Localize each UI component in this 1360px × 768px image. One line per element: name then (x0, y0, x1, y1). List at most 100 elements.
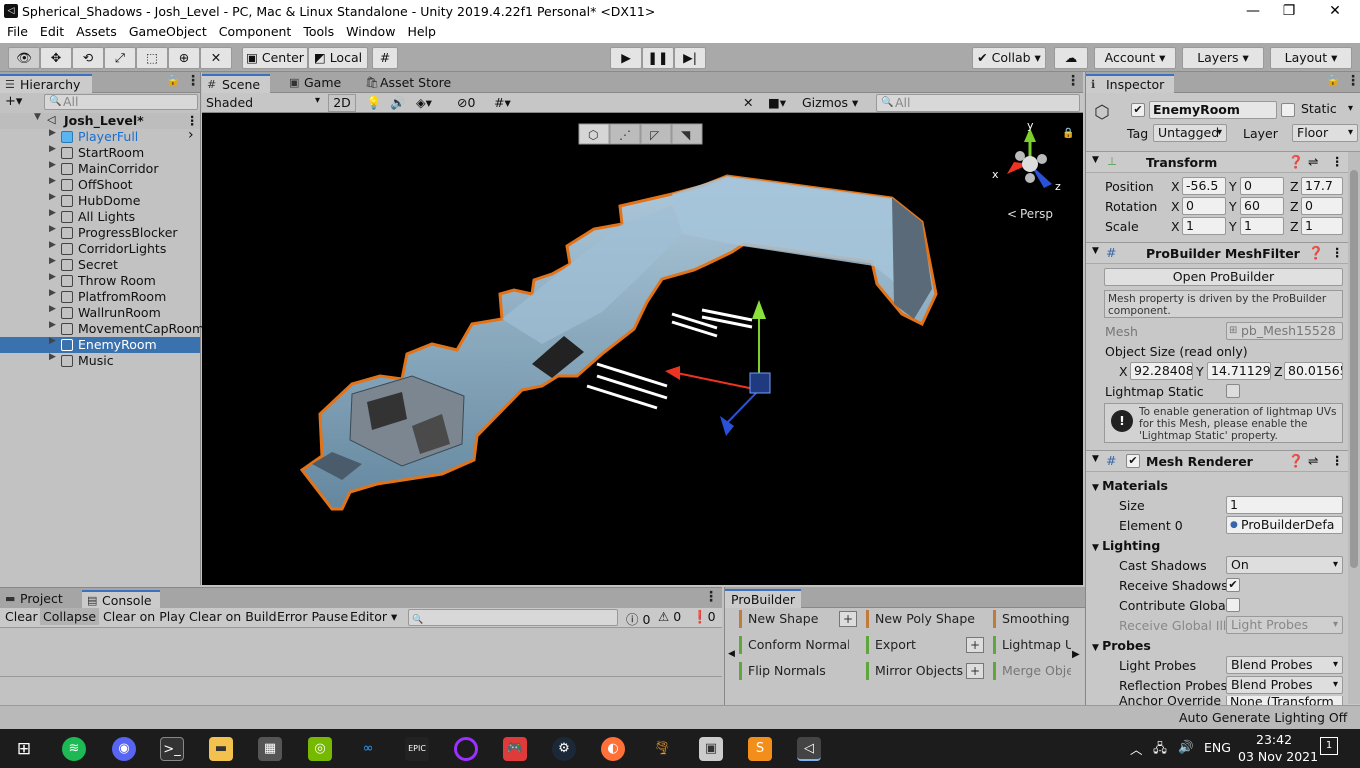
menu-file[interactable]: File (0, 23, 33, 39)
inspector-scrollbar[interactable] (1348, 152, 1360, 704)
pivot-local-button[interactable]: ◩ Local (308, 47, 368, 69)
position-x-field[interactable]: -56.5 (1182, 177, 1226, 195)
size-y-field[interactable]: 14.71129 (1207, 362, 1271, 380)
console-menu-icon[interactable]: ⋮ (704, 589, 718, 605)
gizmo-x-arrow[interactable] (665, 366, 680, 380)
console-search-input[interactable]: 🔍 (408, 609, 618, 626)
menu-help[interactable]: Help (400, 23, 441, 39)
expand-icon[interactable]: ▶ (49, 144, 56, 154)
auto-lighting-status[interactable]: Auto Generate Lighting Off (1179, 710, 1347, 725)
hierarchy-item[interactable]: ▶ Music (0, 352, 200, 369)
hierarchy-item[interactable]: ▶ All Lights (0, 208, 200, 225)
pivot-center-button[interactable]: ▣ Center (242, 47, 308, 69)
scene-root-row[interactable]: ▼ ◁ Josh_Level* ⋮ (0, 112, 200, 129)
component-menu-icon[interactable]: ⋮ (1331, 453, 1344, 468)
expand-icon[interactable]: ▼ (34, 112, 41, 122)
prefab-open-icon[interactable]: › (188, 127, 194, 143)
clear-button[interactable]: Clear (5, 609, 38, 624)
mesh-field[interactable]: ⊞ pb_Mesh15528 (1226, 322, 1343, 340)
terminal-icon[interactable]: >_ (160, 737, 184, 761)
overwolf-icon[interactable] (454, 737, 478, 761)
steam-icon[interactable]: ⚙ (552, 737, 576, 761)
clear-on-build-button[interactable]: Clear on Build (189, 609, 277, 624)
preset-icon[interactable]: ⇌ (1308, 154, 1318, 169)
editor-dropdown[interactable]: Editor ▾ (350, 609, 397, 624)
probes-foldout[interactable]: ▼ Probes (1092, 638, 1151, 653)
tab-scene[interactable]: # Scene (202, 74, 270, 93)
clock-date[interactable]: 03 Nov 2021 (1238, 749, 1318, 764)
account-dropdown[interactable]: Account ▾ (1094, 47, 1176, 69)
persp-label[interactable]: Persp (1020, 207, 1053, 221)
scroll-left-icon[interactable]: ◀ (728, 649, 735, 659)
collab-dropdown[interactable]: ✔ Collab ▾ (972, 47, 1046, 69)
volume-icon[interactable]: 🔊 (1178, 739, 1194, 755)
tab-project[interactable]: ▬ Project (0, 590, 76, 609)
lighting-foldout[interactable]: ▼ Lighting (1092, 538, 1160, 553)
scale-y-field[interactable]: 1 (1240, 217, 1284, 235)
size-z-field[interactable]: 80.01565 (1284, 362, 1343, 380)
rotate-tool-button[interactable]: ⟲ (72, 47, 104, 69)
expand-icon[interactable]: ▶ (49, 336, 56, 346)
nvidia-icon[interactable]: ◎ (308, 737, 332, 761)
probuilder-options-button[interactable]: + (966, 663, 984, 679)
hierarchy-item[interactable]: ▶ ProgressBlocker (0, 224, 200, 241)
cast-shadows-dropdown[interactable]: On (1226, 556, 1343, 574)
grid-toggle-icon[interactable]: #▾ (494, 95, 511, 110)
lock-icon[interactable]: 🔒 (1062, 127, 1074, 139)
help-icon[interactable]: ❓ (1288, 453, 1304, 469)
probuilder-action[interactable]: Export (866, 636, 976, 654)
foldout-icon[interactable]: ▼ (1092, 246, 1099, 256)
discord-icon[interactable]: ◉ (112, 737, 136, 761)
expand-icon[interactable]: ▶ (49, 240, 56, 250)
help-icon[interactable]: ❓ (1288, 154, 1304, 170)
scene-search-input[interactable]: 🔍 All (876, 94, 1080, 112)
game-controller-icon[interactable]: 🎮 (503, 737, 527, 761)
expand-icon[interactable]: ▶ (49, 224, 56, 234)
menu-tools[interactable]: Tools (296, 23, 339, 39)
probuilder-action[interactable]: Lightmap UV (993, 636, 1071, 654)
gizmo-x-axis[interactable] (671, 371, 760, 391)
lightmap-static-checkbox[interactable] (1226, 384, 1240, 398)
reflection-probes-dropdown[interactable]: Blend Probes (1226, 676, 1343, 694)
orientation-gizmo[interactable]: y x z Persp < (992, 119, 1061, 221)
language-indicator[interactable]: ENG (1204, 740, 1231, 755)
hierarchy-item[interactable]: ▶ Secret (0, 256, 200, 273)
receive-shadows-checkbox[interactable]: ✔ (1226, 578, 1240, 592)
probuilder-action[interactable]: Conform Normals (739, 636, 849, 654)
warning-count[interactable]: ⚠ 0 (658, 609, 681, 624)
transform-tool-button[interactable]: ⊕ (168, 47, 200, 69)
show-hidden-icons[interactable]: ︿ (1130, 739, 1143, 758)
position-x-label[interactable]: X (1171, 179, 1180, 194)
scale-z-field[interactable]: 1 (1301, 217, 1343, 235)
windows-start-icon[interactable]: ⊞ (12, 737, 36, 761)
menu-component[interactable]: Component (212, 23, 297, 39)
scale-tool-button[interactable]: ⤢ (104, 47, 136, 69)
preset-icon[interactable]: ⇌ (1308, 453, 1318, 468)
hierarchy-item[interactable]: ▶ CorridorLights (0, 240, 200, 257)
lock-icon[interactable]: 🔒 (1326, 74, 1340, 87)
active-checkbox[interactable]: ✔ (1131, 103, 1145, 117)
scale-z-label[interactable]: Z (1290, 219, 1299, 234)
log-count[interactable]: ⓘ 0 (626, 609, 650, 628)
battlenet-icon[interactable]: ∞ (356, 737, 380, 761)
element0-field[interactable]: ● ProBuilderDefa (1226, 516, 1343, 534)
expand-icon[interactable]: ▶ (49, 304, 56, 314)
calculator-icon[interactable]: ▦ (258, 737, 282, 761)
rect-tool-button[interactable]: ⬚ (136, 47, 168, 69)
play-button[interactable]: ▶ (610, 47, 642, 69)
component-menu-icon[interactable]: ⋮ (1331, 154, 1344, 169)
foldout-icon[interactable]: ▼ (1092, 155, 1099, 165)
probuilder-action[interactable]: Flip Normals (739, 662, 849, 680)
menu-gameobject[interactable]: GameObject (122, 23, 212, 39)
rotation-y-label[interactable]: Y (1229, 199, 1237, 214)
tab-hierarchy[interactable]: ☰ Hierarchy (0, 74, 92, 93)
hierarchy-item[interactable]: ▶ HubDome (0, 192, 200, 209)
unity-taskbar-icon[interactable]: ◁ (797, 737, 821, 761)
audio-toggle-icon[interactable]: 🔊 (390, 95, 406, 111)
expand-icon[interactable]: ▶ (49, 192, 56, 202)
photos-icon[interactable]: ▣ (699, 737, 723, 761)
expand-icon[interactable]: ▶ (49, 176, 56, 186)
help-icon[interactable]: ❓ (1308, 245, 1324, 261)
shading-dropdown[interactable]: Shaded ▾ (206, 95, 320, 110)
open-probuilder-button[interactable]: Open ProBuilder (1104, 268, 1343, 286)
